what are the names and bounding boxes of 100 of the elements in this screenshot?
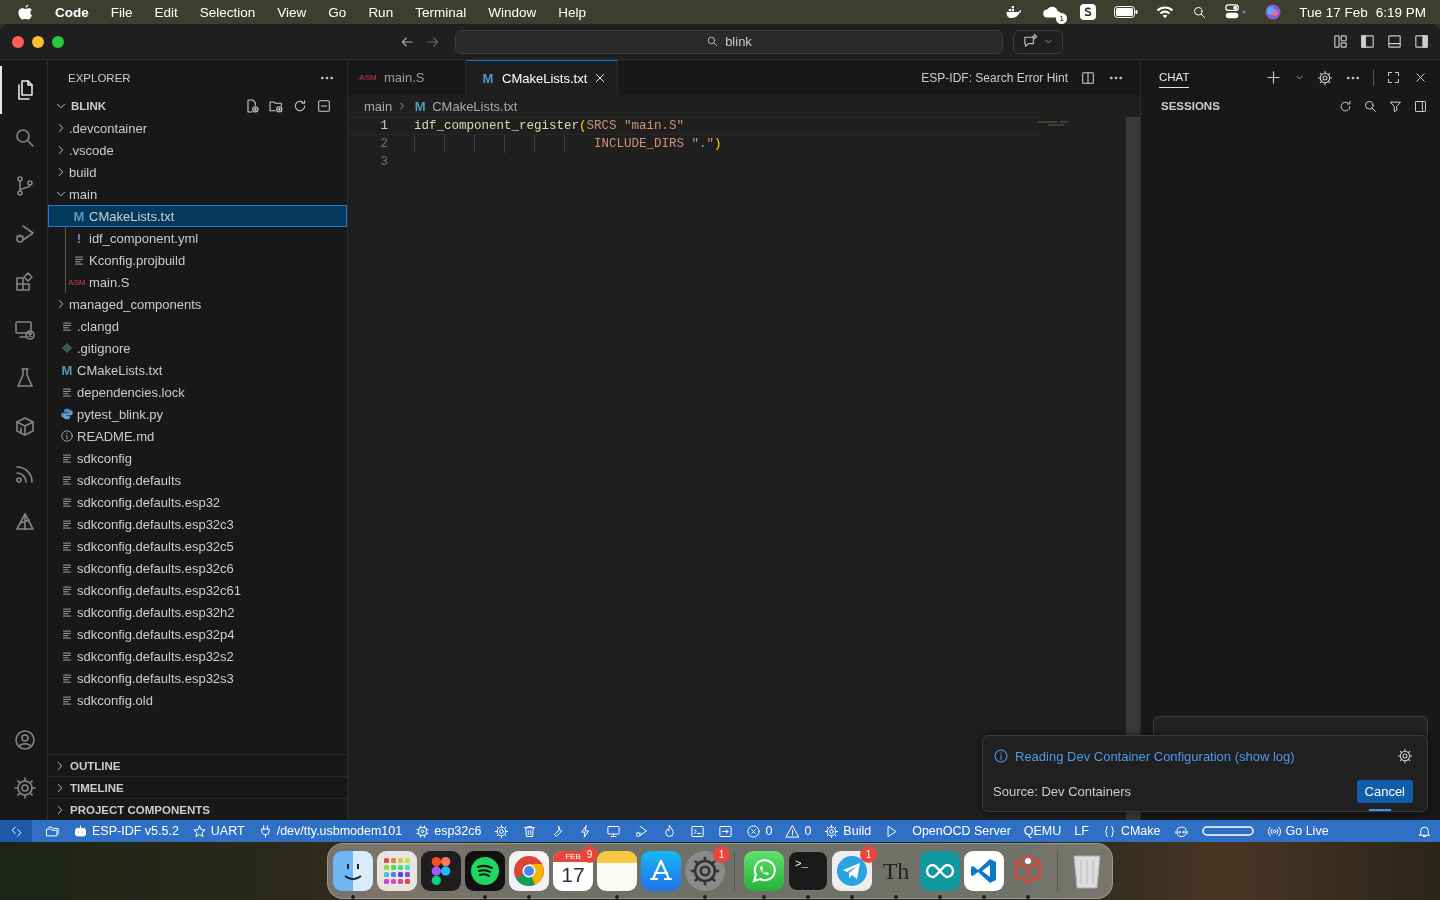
plus-icon[interactable] bbox=[1265, 69, 1282, 86]
notepad-icon[interactable] bbox=[597, 851, 637, 891]
breadcrumb-item[interactable]: main bbox=[364, 98, 393, 114]
maximize-icon[interactable] bbox=[1386, 70, 1401, 85]
smiling-face-icon[interactable] bbox=[333, 851, 373, 891]
file-row[interactable]: sdkconfig.defaults.esp32c61 bbox=[48, 579, 347, 601]
orb-icon[interactable] bbox=[1265, 4, 1282, 20]
shapes-icon[interactable] bbox=[421, 851, 461, 891]
cloud-icon[interactable] bbox=[1042, 4, 1063, 20]
split-editor-icon[interactable] bbox=[1080, 69, 1096, 86]
sidebar-icon[interactable] bbox=[1413, 98, 1428, 114]
menu-item[interactable]: Terminal bbox=[415, 4, 467, 20]
file-row[interactable]: ASM main.S bbox=[48, 271, 347, 293]
search-icon[interactable] bbox=[1363, 98, 1378, 114]
menu-item[interactable]: Help bbox=[558, 4, 586, 20]
editor-tab[interactable]: M CMakeLists.txt bbox=[466, 60, 619, 95]
right-sidebar-icon[interactable] bbox=[1413, 33, 1430, 50]
pill-icon[interactable] bbox=[1201, 826, 1254, 836]
filter-icon[interactable] bbox=[1388, 98, 1403, 114]
folder-row[interactable]: .vscode bbox=[48, 139, 347, 161]
app-grid-icon[interactable] bbox=[377, 851, 417, 891]
file-row[interactable]: sdkconfig.defaults.esp32s3 bbox=[48, 667, 347, 689]
collapse-icon[interactable] bbox=[316, 98, 332, 114]
app-menu[interactable]: Code bbox=[55, 4, 89, 20]
new-folder-icon[interactable] bbox=[268, 98, 284, 114]
zoom-window-button[interactable] bbox=[52, 35, 64, 48]
search-icon[interactable] bbox=[1192, 4, 1208, 20]
play-bug-icon[interactable] bbox=[634, 823, 650, 839]
phone-bubble-icon[interactable] bbox=[744, 851, 784, 891]
layout-icon[interactable] bbox=[1332, 33, 1349, 50]
menu-item[interactable]: Selection bbox=[199, 4, 256, 20]
folder-header[interactable]: BLINK bbox=[48, 95, 347, 117]
settings-icon[interactable] bbox=[1317, 69, 1333, 86]
file-row[interactable]: README.md bbox=[48, 425, 347, 447]
close-window-button[interactable] bbox=[12, 35, 24, 48]
menu-item[interactable]: View bbox=[277, 4, 307, 20]
left-sidebar-icon[interactable] bbox=[1359, 33, 1376, 50]
file-row[interactable]: pytest_blink.py bbox=[48, 403, 347, 425]
menu-item[interactable]: Go bbox=[328, 4, 347, 20]
status-item[interactable]: CMake bbox=[1101, 820, 1161, 842]
status-item[interactable]: 0 bbox=[785, 820, 812, 842]
editor-action-label[interactable]: ESP-IDF: Search Error Hint bbox=[921, 70, 1068, 85]
file-row[interactable]: Kconfig.projbuild bbox=[48, 249, 347, 271]
status-item[interactable]: Go Live bbox=[1266, 820, 1329, 842]
status-item[interactable]: 0 bbox=[746, 820, 773, 842]
chat-menu-button[interactable] bbox=[1013, 29, 1063, 54]
battery-icon[interactable] bbox=[1114, 6, 1139, 18]
folders-icon[interactable] bbox=[45, 823, 60, 839]
menu-item[interactable]: Edit bbox=[154, 4, 178, 20]
file-row[interactable]: dependencies.lock bbox=[48, 381, 347, 403]
color-wheel-icon[interactable] bbox=[509, 851, 549, 891]
status-item[interactable]: OpenOCD Server bbox=[912, 820, 1011, 842]
folder-row[interactable]: managed_components bbox=[48, 293, 347, 315]
file-row[interactable]: sdkconfig.defaults.esp32s2 bbox=[48, 645, 347, 667]
rounded-square-icon[interactable] bbox=[1080, 4, 1097, 20]
file-row[interactable]: sdkconfig.defaults.esp32c6 bbox=[48, 557, 347, 579]
chat-input-field[interactable] bbox=[1153, 716, 1428, 738]
section-header[interactable]: TIMELINE bbox=[48, 776, 347, 798]
robot-face-icon[interactable] bbox=[1173, 823, 1189, 839]
status-item[interactable]: /dev/tty.usbmodem101 bbox=[257, 820, 403, 842]
status-item[interactable]: LF bbox=[1074, 820, 1089, 842]
terminal-window-icon[interactable]: >_ bbox=[788, 851, 828, 891]
file-row[interactable]: sdkconfig bbox=[48, 447, 347, 469]
file-row[interactable]: M CMakeLists.txt bbox=[48, 359, 347, 381]
paper-plane-icon[interactable] bbox=[832, 851, 872, 891]
trash-icon[interactable] bbox=[522, 823, 538, 839]
section-header[interactable]: OUTLINE bbox=[48, 754, 347, 776]
file-row[interactable]: sdkconfig.defaults bbox=[48, 469, 347, 491]
status-item[interactable]: QEMU bbox=[1023, 820, 1062, 842]
ribbon-icon[interactable] bbox=[964, 851, 1004, 891]
cancel-button[interactable]: Cancel bbox=[1356, 780, 1413, 803]
status-item[interactable]: Build bbox=[824, 820, 872, 842]
folder-row[interactable]: main bbox=[48, 183, 347, 205]
apple-logo-icon[interactable] bbox=[18, 3, 33, 21]
file-row[interactable]: sdkconfig.old bbox=[48, 689, 347, 711]
file-row[interactable]: M CMakeLists.txt bbox=[48, 205, 347, 227]
monitor-icon[interactable] bbox=[606, 823, 622, 839]
status-item[interactable]: esp32c6 bbox=[415, 820, 482, 842]
refresh-icon[interactable] bbox=[1338, 98, 1353, 114]
file-row[interactable]: .gitignore bbox=[48, 337, 347, 359]
status-item[interactable]: ESP-IDF v5.5.2 bbox=[73, 820, 179, 842]
settings-icon[interactable] bbox=[1397, 748, 1413, 764]
status-item[interactable]: UART bbox=[191, 820, 245, 842]
sound-waves-icon[interactable] bbox=[465, 851, 505, 891]
toggles-icon[interactable] bbox=[1225, 4, 1248, 20]
minimize-window-button[interactable] bbox=[32, 35, 44, 48]
bell-icon[interactable] bbox=[1417, 823, 1432, 839]
file-row[interactable]: sdkconfig.defaults.esp32c3 bbox=[48, 513, 347, 535]
wifi-icon[interactable] bbox=[1156, 5, 1175, 19]
file-row[interactable]: sdkconfig.defaults.esp32c5 bbox=[48, 535, 347, 557]
menu-item[interactable]: Window bbox=[488, 4, 537, 20]
folder-row[interactable]: .devcontainer bbox=[48, 117, 347, 139]
menu-item[interactable]: Run bbox=[368, 4, 394, 20]
pencil-a-icon[interactable] bbox=[641, 851, 681, 891]
arrow-box-icon[interactable] bbox=[718, 823, 734, 839]
folder-row[interactable]: build bbox=[48, 161, 347, 183]
panel-tab[interactable]: CHAT bbox=[1159, 60, 1190, 95]
refresh-icon[interactable] bbox=[292, 98, 308, 114]
infinity-icon[interactable] bbox=[920, 851, 960, 891]
panel-icon[interactable] bbox=[1386, 33, 1403, 50]
